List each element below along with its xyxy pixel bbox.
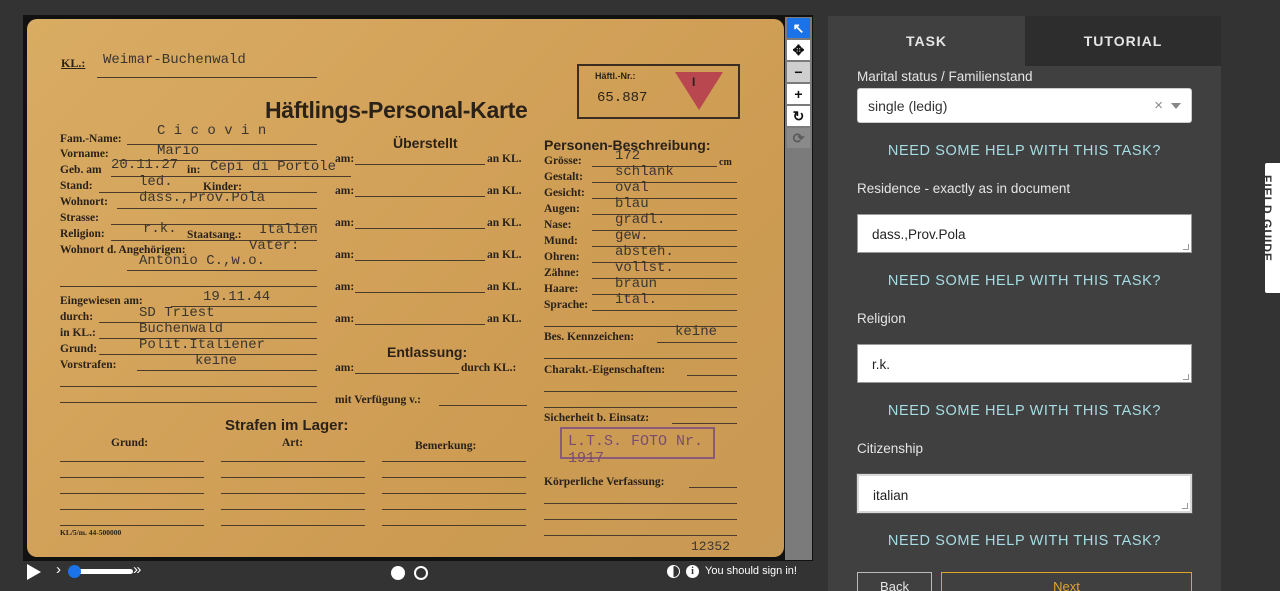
rotate-icon[interactable]: ↻ <box>787 106 810 126</box>
birth-date: 20.11.27 <box>111 157 179 173</box>
viewer-toolbar: ↖ ✥ − + ↻ ⟳ <box>785 17 812 560</box>
photo-stamp: L.T.S. FOTO Nr. 1917 <box>560 427 715 467</box>
frame-1-dot[interactable] <box>391 566 405 580</box>
info-icon[interactable]: i <box>686 565 699 578</box>
frame-2-dot[interactable] <box>414 566 428 580</box>
tab-tutorial[interactable]: TUTORIAL <box>1025 16 1221 66</box>
play-icon[interactable] <box>27 564 41 580</box>
birth-place: Cepi di Portole <box>210 159 337 175</box>
help-link-residence[interactable]: NEED SOME HELP WITH THIS TASK? <box>857 273 1192 289</box>
speed-slider-handle[interactable] <box>68 565 81 578</box>
zoom-out-icon[interactable]: − <box>787 62 810 82</box>
clear-icon[interactable]: × <box>1154 97 1163 114</box>
zoom-in-icon[interactable]: + <box>787 84 810 104</box>
next-button[interactable]: Next <box>941 572 1192 591</box>
card-footer-number: 12352 <box>691 539 731 554</box>
back-button[interactable]: Back <box>857 572 932 591</box>
move-tool-icon[interactable]: ✥ <box>787 40 810 60</box>
religion-input[interactable]: r.k. <box>857 344 1192 383</box>
marital-status-label: Marital status / Familienstand <box>857 69 1033 84</box>
speed-slider[interactable] <box>73 569 133 574</box>
resize-grip-icon[interactable] <box>1183 374 1189 380</box>
viewer-controls: › » i You should sign in! <box>23 561 813 583</box>
resize-grip-icon[interactable] <box>1183 244 1189 250</box>
citizenship-label: Citizenship <box>857 441 924 456</box>
tab-task[interactable]: TASK <box>828 16 1025 66</box>
sign-in-warning: You should sign in! <box>705 565 797 577</box>
help-link-citizenship[interactable]: NEED SOME HELP WITH THIS TASK? <box>857 533 1192 549</box>
marital-status-select[interactable]: single (ledig) × <box>857 88 1192 123</box>
family-name: C i c o v i n <box>157 123 267 139</box>
prisoner-card-image: KL.: Weimar-Buchenwald Häftlings-Persona… <box>27 19 784 557</box>
residence-input[interactable]: dass.,Prov.Pola <box>857 214 1192 253</box>
residence-label: Residence - exactly as in document <box>857 181 1071 196</box>
invert-contrast-icon[interactable] <box>667 565 680 578</box>
help-link-religion[interactable]: NEED SOME HELP WITH THIS TASK? <box>857 403 1192 419</box>
admission-date: 19.11.44 <box>203 289 271 305</box>
kl-label: KL.: <box>61 56 86 70</box>
citizenship-input[interactable]: italian <box>856 473 1193 514</box>
subject-viewer: KL.: Weimar-Buchenwald Häftlings-Persona… <box>23 15 813 561</box>
religion-typed: r.k. <box>143 221 177 237</box>
kl-value: Weimar-Buchenwald <box>103 52 246 68</box>
field-guide-tab[interactable]: FIELD GUIDE <box>1260 163 1280 293</box>
prisoner-number: 65.887 <box>597 90 648 106</box>
chevron-down-icon[interactable] <box>1171 103 1181 109</box>
slower-icon[interactable]: › <box>56 561 61 578</box>
app-root: KL.: Weimar-Buchenwald Häftlings-Persona… <box>0 0 1280 591</box>
triangle-badge-icon <box>675 72 723 110</box>
help-link-marital[interactable]: NEED SOME HELP WITH THIS TASK? <box>857 143 1192 159</box>
prisoner-number-box: Häftl.-Nr.: 65.887 I <box>577 64 740 119</box>
religion-label: Religion <box>857 311 906 326</box>
task-tabs: TASK TUTORIAL <box>828 16 1221 66</box>
marital-status-typed: led. <box>139 174 173 190</box>
resize-grip-icon[interactable] <box>1182 503 1188 509</box>
reset-icon[interactable]: ⟳ <box>787 128 810 148</box>
task-panel: TASK TUTORIAL Marital status / Familiens… <box>828 16 1221 591</box>
residence-typed: dass.,Prov.Pola <box>139 190 266 206</box>
card-title: Häftlings-Personal-Karte <box>265 97 528 123</box>
citizenship-typed: Italien <box>259 222 318 238</box>
pointer-tool-icon[interactable]: ↖ <box>787 18 810 38</box>
faster-icon[interactable]: » <box>133 561 141 578</box>
